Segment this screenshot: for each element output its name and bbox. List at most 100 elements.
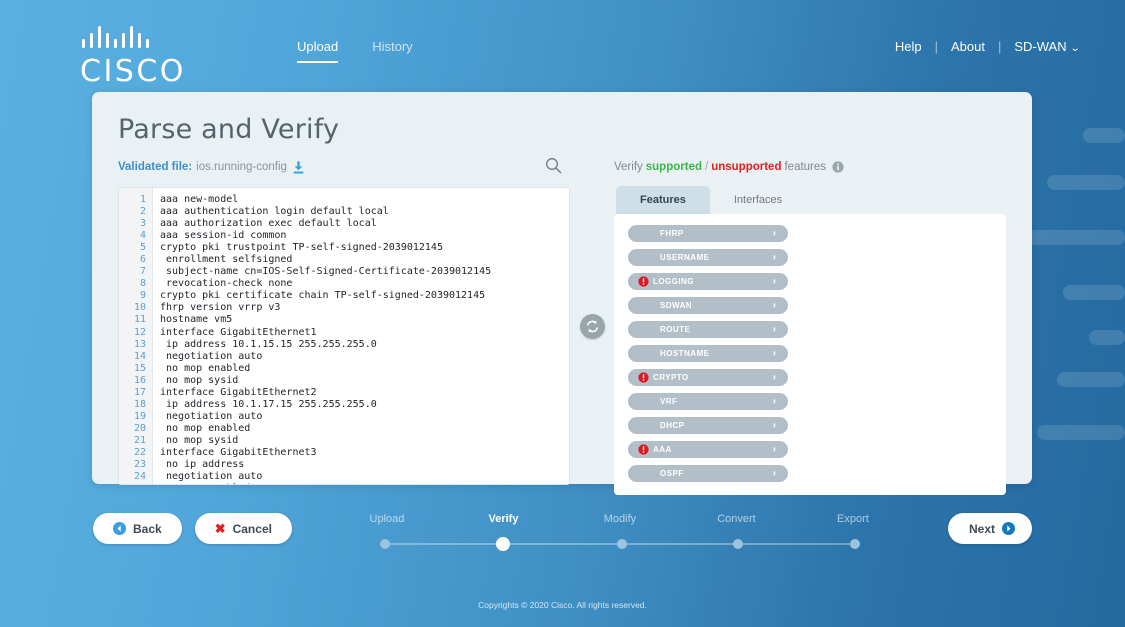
nav-item-history[interactable]: History (372, 39, 412, 63)
feature-pill-username[interactable]: USERNAME › (628, 249, 788, 266)
stepper-label-modify: Modify (603, 513, 637, 525)
stepper-dot-verify[interactable] (496, 537, 511, 551)
feature-pill-hostname[interactable]: HOSTNAME › (628, 345, 788, 362)
editor-code-line: revocation-check none (160, 278, 293, 290)
editor-code-line: no mop enabled (160, 362, 251, 374)
error-icon (638, 444, 649, 455)
editor-code-line: fhrp version vrrp v3 (160, 302, 281, 314)
chevron-right-icon: › (772, 348, 776, 359)
editor-line-number: 1 (139, 194, 146, 205)
error-icon (638, 276, 649, 287)
verify-prefix: Verify (614, 161, 643, 173)
feature-pill-label: DHCP (660, 421, 685, 430)
legend-slash: / (705, 161, 709, 173)
features-panel: Verify supported / unsupported features … (614, 157, 1006, 495)
editor-line-number: 12 (133, 326, 146, 338)
unsupported-label: unsupported (711, 161, 782, 173)
cancel-button-label: Cancel (232, 521, 272, 536)
chevron-right-icon: › (772, 372, 776, 383)
editor-code-line: negotiation auto (160, 410, 263, 422)
feature-pill-label: VRF (660, 397, 678, 406)
back-button[interactable]: Back (93, 513, 182, 544)
config-code-editor[interactable]: 1234567891011121314151617181920212223242… (118, 187, 570, 485)
decoration-bar (1057, 372, 1125, 387)
decoration-bar (1063, 285, 1125, 300)
editor-code-line: ip address 10.1.17.15 255.255.255.0 (160, 398, 377, 410)
feature-pill-label: ROUTE (660, 325, 691, 334)
stepper-label-upload: Upload (369, 513, 405, 525)
chevron-right-icon: › (772, 444, 776, 455)
editor-line-numbers: 1234567891011121314151617181920212223242… (119, 188, 153, 484)
feature-list: FHRP › USERNAME › LOGGING › SDWAN › ROUTE › HOSTNA… (614, 214, 1006, 495)
info-icon[interactable] (832, 161, 844, 173)
next-button-label: Next (968, 521, 995, 536)
editor-code-line: interface GigabitEthernet1 (160, 326, 317, 338)
feature-pill-sdwan[interactable]: SDWAN › (628, 297, 788, 314)
card-body: Validated file: ios.running-config 1 2 3… (118, 157, 1006, 495)
editor-line-number: 2 (139, 206, 146, 218)
editor-code-line: negotiation auto (160, 471, 263, 483)
product-selector[interactable]: SD-WAN ⌄ (1014, 39, 1080, 54)
feature-pill-aaa[interactable]: AAA › (628, 441, 788, 458)
editor-line-number: 18 (133, 398, 146, 410)
validated-file-name: ios.running-config (196, 161, 287, 173)
stepper-dot-upload[interactable] (379, 539, 390, 549)
download-icon[interactable] (293, 161, 304, 174)
footer-left-buttons: Back ✖ Cancel (93, 513, 292, 544)
editor-code-line: no mop sysid (160, 374, 239, 386)
chevron-right-icon: › (772, 396, 776, 407)
stepper-label-convert: Convert (717, 513, 756, 525)
wizard-stepper: Upload Verify Modify Convert Export (332, 500, 908, 551)
editor-code-line: no mop enabled (160, 483, 569, 484)
sync-icon[interactable] (579, 313, 605, 339)
feature-pill-fhrp[interactable]: FHRP › (628, 225, 788, 242)
feature-pill-label: FHRP (660, 229, 684, 238)
stepper-dot-export[interactable] (849, 539, 860, 549)
feature-pill-ospf[interactable]: OSPF › (628, 465, 788, 482)
editor-code-line: no ip address (160, 459, 245, 471)
main-navigation: Upload History (297, 39, 413, 63)
decoration-bar (1027, 230, 1125, 245)
next-arrow-icon (1002, 522, 1015, 535)
parse-verify-card: Parse and Verify Validated file: ios.run… (92, 92, 1032, 495)
editor-line-number: 16 (133, 374, 146, 386)
cisco-logo-bars-icon (80, 26, 215, 48)
feature-pill-logging[interactable]: LOGGING › (628, 273, 788, 290)
feature-pill-route[interactable]: ROUTE › (628, 321, 788, 338)
editor-code-line: no mop enabled (160, 422, 251, 434)
editor-line-number: 7 (139, 266, 146, 278)
editor-code-line: aaa new-model (160, 194, 239, 205)
feature-pill-crypto[interactable]: CRYPTO › (628, 369, 788, 386)
feature-pill-vrf[interactable]: VRF › (628, 393, 788, 410)
editor-code-line: interface GigabitEthernet2 (160, 386, 317, 398)
header-utility-nav: Help | About | SD-WAN ⌄ (895, 39, 1080, 54)
editor-code-line: hostname vm5 (160, 314, 233, 326)
editor-line-number: 14 (133, 350, 146, 362)
chevron-right-icon: › (772, 276, 776, 287)
editor-code-line: ip address 10.1.15.15 255.255.255.0 (160, 338, 377, 350)
nav-separator-1: | (934, 39, 938, 54)
sync-control (570, 157, 614, 495)
feature-pill-label: SDWAN (660, 301, 693, 310)
app-header: CISCO Upload History Help | About | SD-W… (0, 0, 1125, 92)
stepper-dot-convert[interactable] (733, 539, 744, 549)
editor-line-number: 4 (139, 230, 146, 242)
nav-item-upload[interactable]: Upload (297, 39, 339, 63)
tab-interfaces[interactable]: Interfaces (710, 186, 806, 214)
page-title: Parse and Verify (118, 114, 340, 145)
editor-code-line: subject-name cn=IOS-Self-Signed-Certific… (160, 266, 492, 278)
about-link[interactable]: About (951, 39, 985, 54)
stepper-dot-modify[interactable] (616, 539, 627, 549)
cisco-logo[interactable]: CISCO (80, 26, 215, 89)
editor-line-number: 15 (133, 362, 146, 374)
verify-legend: Verify supported / unsupported features (614, 157, 1006, 177)
tab-features[interactable]: Features (616, 186, 710, 214)
editor-line-number: 21 (133, 434, 146, 446)
cancel-button[interactable]: ✖ Cancel (194, 513, 292, 544)
help-link[interactable]: Help (895, 39, 922, 54)
feature-pill-dhcp[interactable]: DHCP › (628, 417, 788, 434)
search-icon[interactable] (545, 157, 562, 174)
feature-pill-label: AAA (653, 445, 672, 454)
wizard-footer: Back ✖ Cancel Upload Verify Modify Convert E… (0, 500, 1125, 560)
next-button[interactable]: Next (947, 513, 1032, 544)
